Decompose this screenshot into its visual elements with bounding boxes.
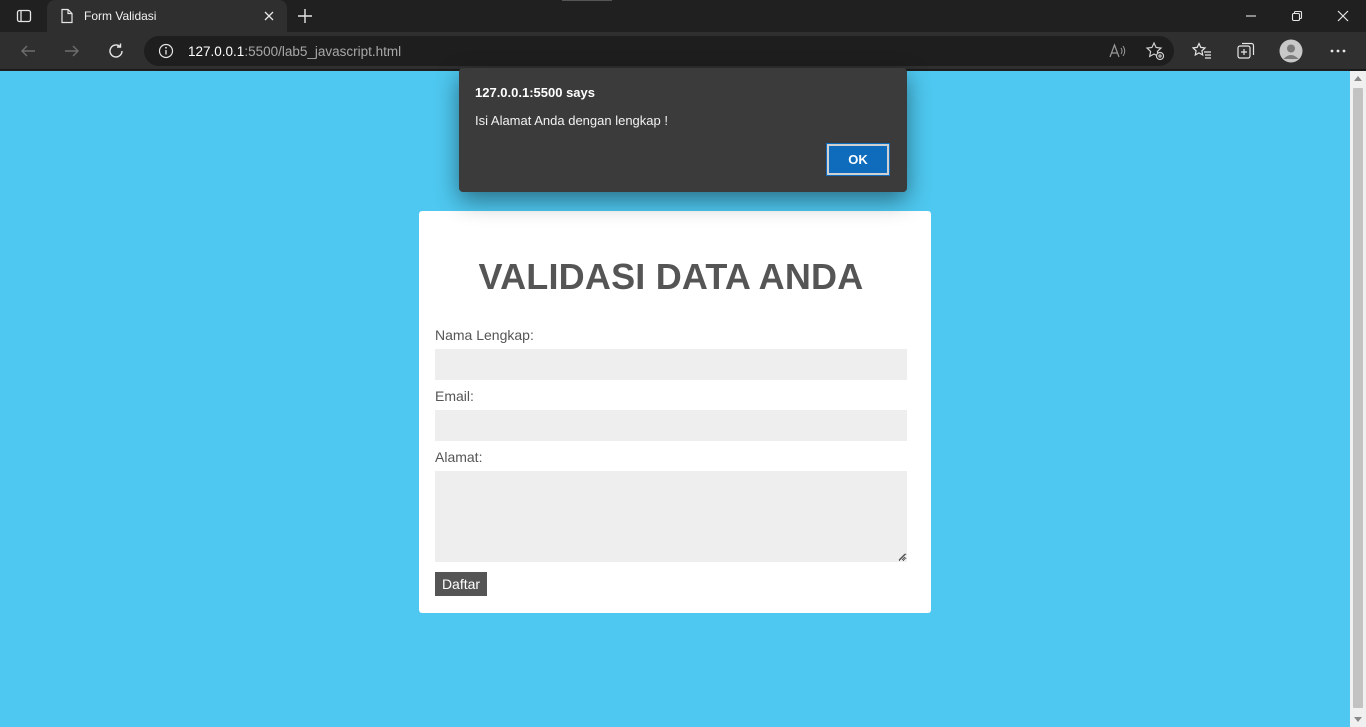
info-icon[interactable] bbox=[157, 42, 175, 60]
nama-field[interactable] bbox=[435, 349, 907, 380]
restore-icon[interactable] bbox=[1274, 0, 1320, 32]
dialog-title: 127.0.0.1:5500 says bbox=[475, 85, 595, 100]
read-aloud-icon[interactable] bbox=[1105, 38, 1131, 64]
tab-title: Form Validasi bbox=[84, 9, 157, 23]
form-card: VALIDASI DATA ANDA Nama Lengkap: Email: … bbox=[419, 211, 931, 613]
refresh-icon[interactable] bbox=[100, 35, 132, 67]
close-icon[interactable] bbox=[261, 8, 277, 24]
alamat-label: Alamat: bbox=[435, 449, 483, 465]
address-bar[interactable]: 127.0.0.1:5500/lab5_javascript.html bbox=[144, 36, 1174, 66]
resize-grip-icon[interactable] bbox=[898, 553, 906, 561]
window-controls bbox=[1228, 0, 1366, 32]
collections-icon[interactable] bbox=[1233, 38, 1259, 64]
page-title: VALIDASI DATA ANDA bbox=[478, 256, 864, 297]
alert-dialog: 127.0.0.1:5500 says Isi Alamat Anda deng… bbox=[459, 68, 907, 192]
url-host: 127.0.0.1 bbox=[188, 43, 245, 59]
page-icon bbox=[59, 8, 75, 24]
scroll-up-icon[interactable] bbox=[1354, 76, 1362, 81]
url-path: :5500/lab5_javascript.html bbox=[244, 43, 402, 59]
browser-titlebar: Form Validasi bbox=[0, 0, 1366, 32]
browser-toolbar: 127.0.0.1:5500/lab5_javascript.html bbox=[0, 32, 1366, 70]
browser-tab[interactable]: Form Validasi bbox=[47, 0, 287, 32]
scrollbar-thumb[interactable] bbox=[1353, 88, 1363, 708]
email-field[interactable] bbox=[435, 410, 907, 441]
dialog-message: Isi Alamat Anda dengan lengkap ! bbox=[475, 113, 668, 128]
tab-actions-icon[interactable] bbox=[8, 4, 40, 28]
favorites-icon[interactable] bbox=[1189, 38, 1215, 64]
email-label: Email: bbox=[435, 388, 474, 404]
nama-label: Nama Lengkap: bbox=[435, 327, 534, 343]
forward-arrow-icon[interactable] bbox=[56, 35, 88, 67]
minimize-icon[interactable] bbox=[1228, 0, 1274, 32]
back-arrow-icon[interactable] bbox=[12, 35, 44, 67]
vertical-scrollbar[interactable] bbox=[1350, 71, 1366, 727]
scroll-down-icon[interactable] bbox=[1354, 717, 1362, 722]
star-add-icon[interactable] bbox=[1142, 38, 1168, 64]
close-window-icon[interactable] bbox=[1320, 0, 1366, 32]
tab-strip-divider bbox=[562, 0, 612, 1]
plus-icon[interactable] bbox=[292, 4, 318, 28]
alamat-textarea[interactable] bbox=[435, 471, 907, 562]
ok-button[interactable]: OK bbox=[826, 143, 890, 176]
submit-button[interactable]: Daftar bbox=[435, 572, 487, 596]
more-icon[interactable] bbox=[1325, 38, 1351, 64]
profile-icon[interactable] bbox=[1278, 38, 1304, 64]
